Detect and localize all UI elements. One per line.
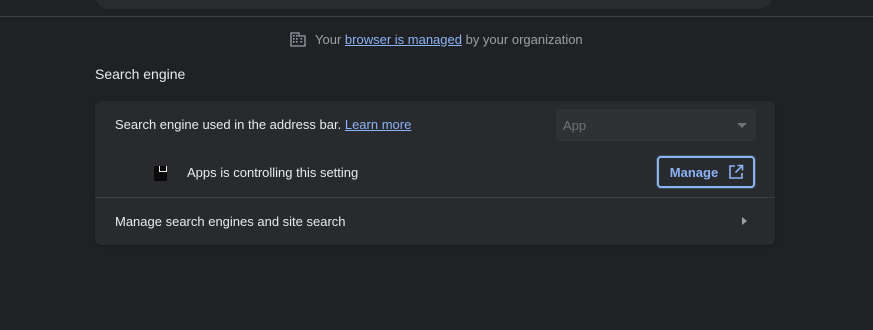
search-engine-select[interactable]: App	[556, 109, 756, 141]
section-divider	[0, 16, 873, 17]
search-engine-select-value: App	[563, 117, 587, 133]
manage-button[interactable]: Manage	[657, 156, 755, 188]
open-in-new-icon	[728, 164, 744, 180]
search-engine-card: Search engine used in the address bar. L…	[95, 101, 775, 245]
managed-notice-prefix: Your	[315, 31, 342, 47]
address-bar-engine-text: Search engine used in the address bar.	[115, 117, 342, 132]
building-icon	[289, 30, 307, 48]
previous-section-card	[95, 0, 773, 9]
managed-notice-suffix: by your organization	[465, 31, 583, 47]
manage-search-engines-row[interactable]: Manage search engines and site search	[95, 198, 775, 245]
manage-search-engines-label: Manage search engines and site search	[115, 214, 346, 229]
manage-button-label: Manage	[669, 164, 719, 180]
chevron-right-icon	[742, 217, 747, 225]
learn-more-link[interactable]: Learn more	[345, 117, 411, 132]
address-bar-engine-row: Search engine used in the address bar. L…	[95, 101, 775, 149]
extension-controlled-row: Apps is controlling this setting Manage	[95, 149, 775, 197]
address-bar-engine-label: Search engine used in the address bar. L…	[115, 117, 411, 132]
dropdown-arrow-icon	[737, 123, 747, 128]
managed-browser-notice: Your browser is managed by your organiza…	[289, 30, 583, 48]
extension-controlled-label: Apps is controlling this setting	[187, 165, 359, 180]
section-title: Search engine	[95, 66, 186, 82]
app-extension-icon	[153, 164, 169, 182]
browser-managed-link[interactable]: browser is managed	[345, 32, 462, 47]
